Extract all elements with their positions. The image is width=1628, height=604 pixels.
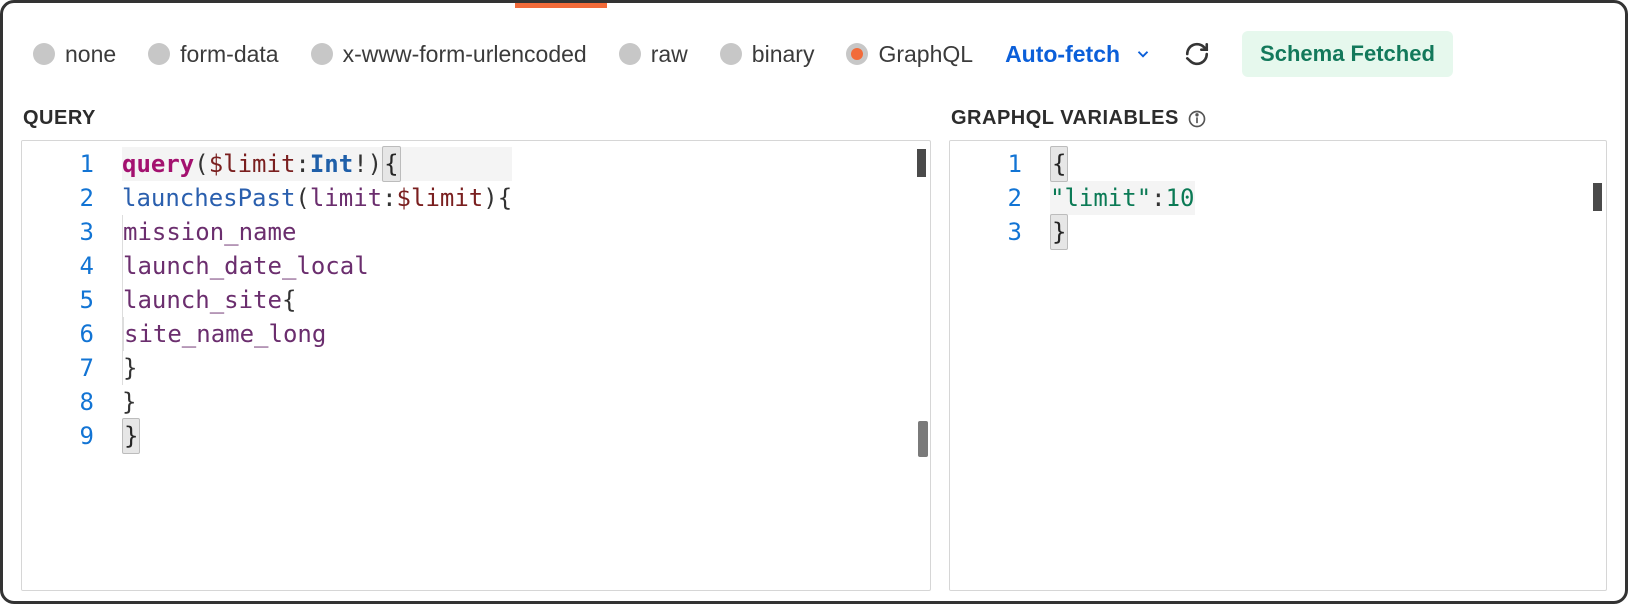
radio-label: form-data xyxy=(180,41,278,68)
radio-icon xyxy=(846,43,868,65)
radio-icon xyxy=(311,43,333,65)
query-panel: QUERY 123456789 query ($limit: Int!){ la… xyxy=(21,101,931,591)
query-code-area[interactable]: query ($limit: Int!){ launchesPast(limit… xyxy=(122,141,518,590)
radio-label: x-www-form-urlencoded xyxy=(343,41,587,68)
variables-line-gutter: 123 xyxy=(950,141,1050,590)
refresh-schema-button[interactable] xyxy=(1184,41,1210,67)
info-icon[interactable] xyxy=(1187,109,1207,129)
body-type-radio-group: none form-data x-www-form-urlencoded raw bin… xyxy=(33,41,973,68)
body-type-radio-bin[interactable]: binary xyxy=(720,41,815,68)
chevron-down-icon xyxy=(1134,45,1152,63)
variables-editor[interactable]: 123 { "limit": 10} xyxy=(949,140,1607,591)
radio-label: none xyxy=(65,41,116,68)
radio-icon xyxy=(33,43,55,65)
query-title: QUERY xyxy=(21,101,931,140)
radio-label: binary xyxy=(752,41,815,68)
variables-panel: GRAPHQL VARIABLES 123 { "limit": 10} xyxy=(949,101,1607,591)
body-type-radio-xwww[interactable]: x-www-form-urlencoded xyxy=(311,41,587,68)
variables-code-area[interactable]: { "limit": 10} xyxy=(1050,141,1201,590)
radio-label: raw xyxy=(651,41,688,68)
schema-status-badge: Schema Fetched xyxy=(1242,31,1453,77)
variables-title: GRAPHQL VARIABLES xyxy=(949,101,1607,140)
refresh-icon xyxy=(1184,41,1210,67)
body-type-radio-none[interactable]: none xyxy=(33,41,116,68)
body-type-radio-form[interactable]: form-data xyxy=(148,41,278,68)
auto-fetch-label: Auto-fetch xyxy=(1005,41,1120,68)
request-body-panel: none form-data x-www-form-urlencoded raw bin… xyxy=(0,0,1628,604)
editor-cursor-marker xyxy=(917,149,926,177)
radio-icon xyxy=(720,43,742,65)
auto-fetch-dropdown[interactable]: Auto-fetch xyxy=(1005,41,1152,68)
variables-title-text: GRAPHQL VARIABLES xyxy=(951,107,1179,130)
body-type-radio-raw[interactable]: raw xyxy=(619,41,688,68)
query-line-gutter: 123456789 xyxy=(22,141,122,590)
query-editor[interactable]: 123456789 query ($limit: Int!){ launches… xyxy=(21,140,931,591)
active-tab-indicator xyxy=(515,3,607,8)
editor-panels: QUERY 123456789 query ($limit: Int!){ la… xyxy=(3,101,1625,604)
editor-cursor-marker xyxy=(1593,183,1602,211)
body-type-toolbar: none form-data x-www-form-urlencoded raw bin… xyxy=(3,3,1625,101)
radio-icon xyxy=(619,43,641,65)
radio-icon xyxy=(148,43,170,65)
scrollbar-thumb[interactable] xyxy=(918,421,928,457)
body-type-radio-gql[interactable]: GraphQL xyxy=(846,41,973,68)
radio-label: GraphQL xyxy=(878,41,973,68)
